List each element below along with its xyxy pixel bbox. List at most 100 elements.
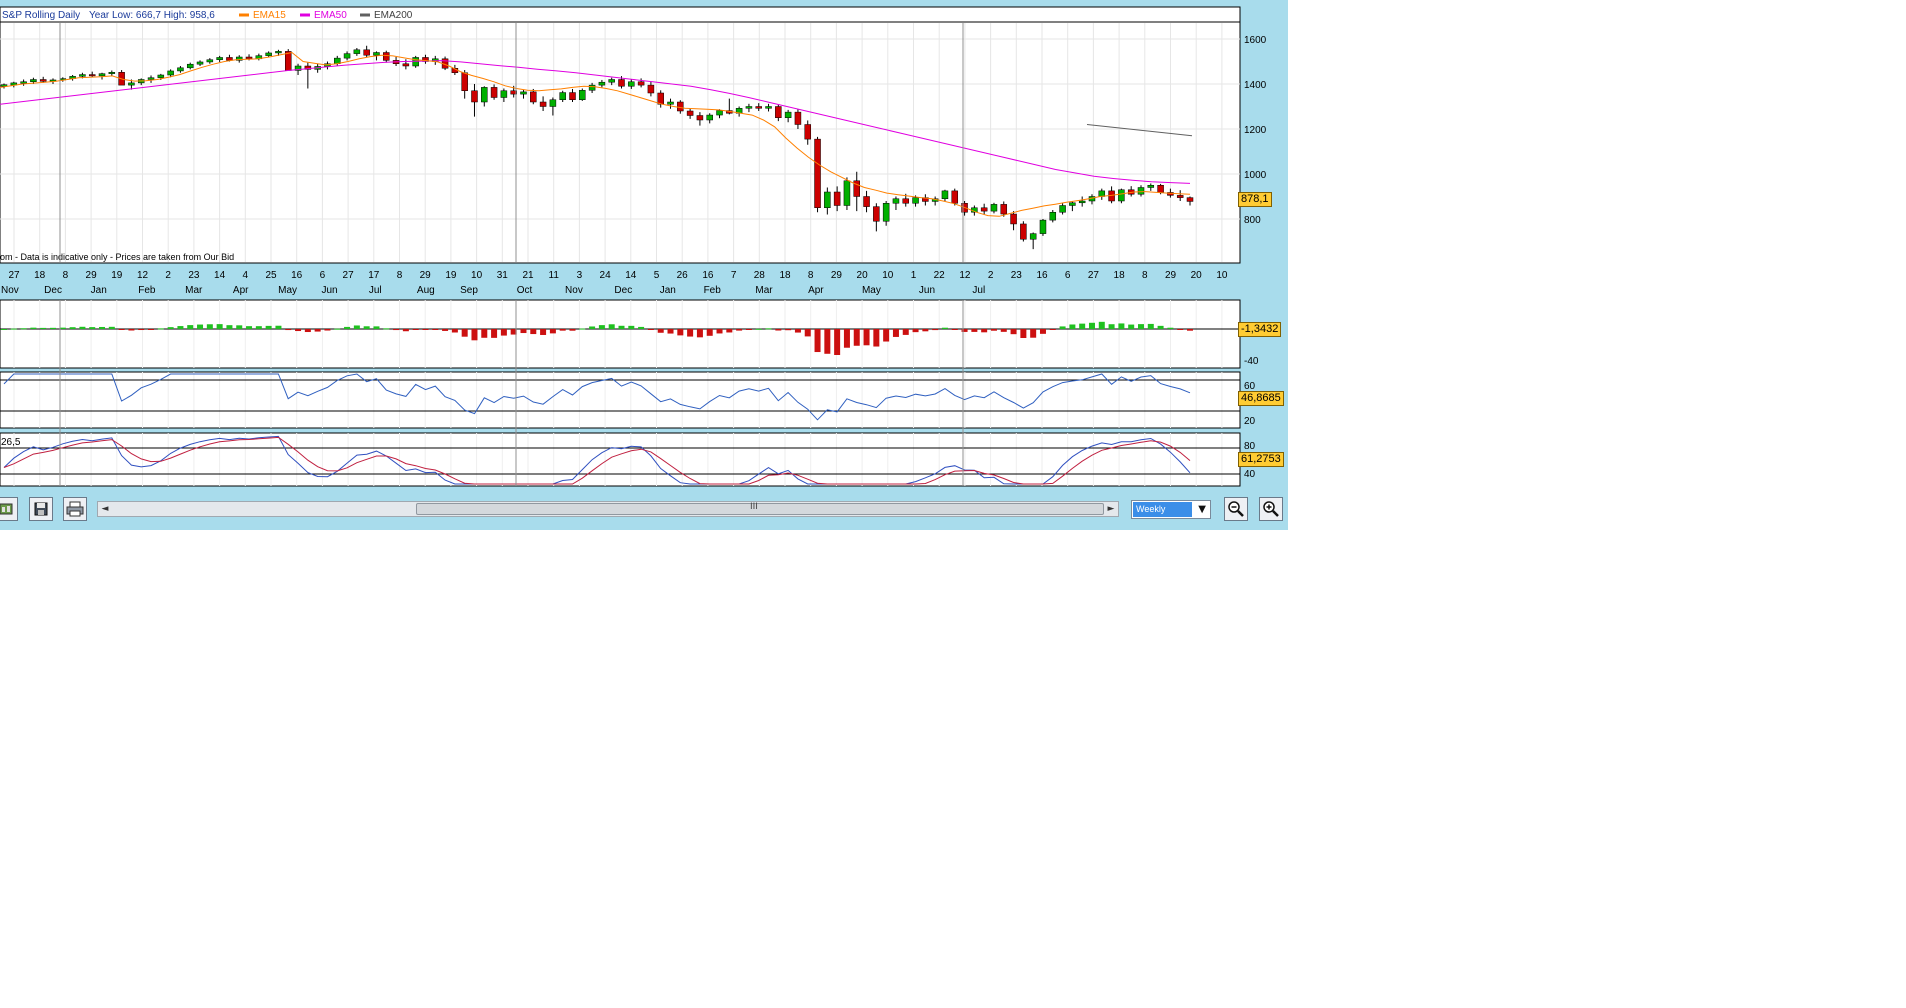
histogram-bar-negative [481,329,488,338]
histogram-bar-negative [324,329,331,331]
histogram-bar-negative [696,329,703,338]
date-tick-label: 3 [577,270,583,281]
zoom-out-button[interactable] [1224,497,1248,521]
zoom-in-icon [1263,501,1279,517]
candle-up [186,63,194,69]
month-tick-label: Feb [704,285,722,296]
histogram-bar-positive [941,327,948,329]
date-tick-label: 1 [911,270,917,281]
stochastic-panel[interactable] [0,432,1241,487]
scroll-right-arrow[interactable]: ► [1104,502,1118,516]
candle-down [833,191,841,206]
histogram-bar-negative [295,329,302,332]
date-tick-label: 7 [731,270,737,281]
date-tick-label: 26 [677,270,689,281]
chart-canvas[interactable]: 1600 1400 1200 1000 800 S&P Rolling Daily Ye… [0,0,1288,530]
date-tick-label: 10 [1216,270,1228,281]
candle-down [530,91,537,103]
candle-up [941,190,949,199]
histogram-bar-positive [69,327,76,329]
histogram-bar-negative [1020,329,1027,338]
candle-up [588,84,596,91]
histogram-bar-negative [128,329,135,331]
histogram-bar-positive [157,328,164,330]
print-button[interactable] [63,497,87,521]
scroll-thumb[interactable]: III [416,502,1104,515]
candle-up [481,87,488,103]
candle-down [951,190,959,204]
histogram-bar-positive [255,326,262,329]
date-tick-label: 27 [1088,270,1100,281]
price-panel[interactable] [0,6,1241,264]
candle-down [755,106,762,109]
histogram-bar-positive [353,325,360,329]
candle-down [1157,185,1164,193]
date-tick-label: 19 [111,270,123,281]
period-select[interactable]: Weekly ▼ [1131,500,1211,519]
date-tick-label: 25 [265,270,277,281]
histogram-bar-negative [1000,329,1007,332]
histogram-bar-negative [736,329,743,331]
candle-up [79,74,86,77]
candle-up [843,180,851,206]
histogram-bar-positive [579,328,586,330]
candle-down [804,124,811,140]
histogram-bar-negative [432,329,439,330]
rsi-value-badge: 46,8685 [1238,391,1284,406]
histogram-bar-positive [598,325,605,329]
save-button[interactable] [29,497,53,521]
histogram-bar-negative [314,329,321,332]
histogram-bar-negative [285,329,292,331]
histogram-bar-negative [794,329,801,333]
candle-up [882,203,890,222]
histogram-bar-positive [1167,327,1174,329]
histogram-bar-negative [892,329,899,337]
histogram-bar-negative [647,329,654,330]
candle-up [990,204,998,212]
histogram-bar-positive [344,326,351,329]
histogram-bar-negative [990,329,997,331]
histogram-bar-negative [853,329,860,346]
chevron-down-icon: ▼ [1198,504,1206,515]
histogram-bar-positive [765,328,772,330]
date-tick-label: 6 [1065,270,1071,281]
zoom-in-button[interactable] [1259,497,1283,521]
candle-down [39,79,47,82]
histogram-bar-positive [628,325,635,329]
date-tick-label: 29 [420,270,432,281]
date-tick-label: 5 [654,270,660,281]
candle-down [873,206,880,222]
date-tick-label: 20 [857,270,869,281]
histogram-bar-negative [716,329,723,334]
histogram-bar-negative [442,329,449,331]
stoch-value-badge: 61,2753 [1238,452,1284,467]
candle-up [520,91,527,95]
histogram-bar-positive [236,325,243,329]
histogram-bar-negative [1187,329,1193,331]
candle-up [1118,189,1125,202]
candle-up [500,90,508,98]
candle-up [265,52,272,56]
horizontal-scrollbar[interactable]: ◄ III ► [97,501,1119,517]
candle-up [716,110,723,116]
histogram-bar-positive [89,327,96,329]
candle-down [686,110,694,116]
histogram-bar-negative [549,329,556,334]
histogram-bar-negative [304,329,311,333]
candle-down [647,84,655,94]
histogram-bar-positive [79,326,86,329]
histogram-panel[interactable] [0,299,1241,369]
candle-down [1176,195,1184,198]
candle-down [1010,213,1017,225]
candle-down [794,111,802,125]
month-tick-label: Mar [185,285,203,296]
date-tick-label: 4 [243,270,249,281]
candle-up [353,49,361,54]
month-tick-label: Sep [460,285,478,296]
scroll-left-arrow[interactable]: ◄ [98,502,112,516]
histogram-bar-positive [177,326,184,329]
histogram-bar-negative [775,329,782,331]
date-tick-label: 29 [86,270,98,281]
chart-settings-button[interactable] [0,497,18,521]
legend-ema50: EMA50 [314,10,347,21]
